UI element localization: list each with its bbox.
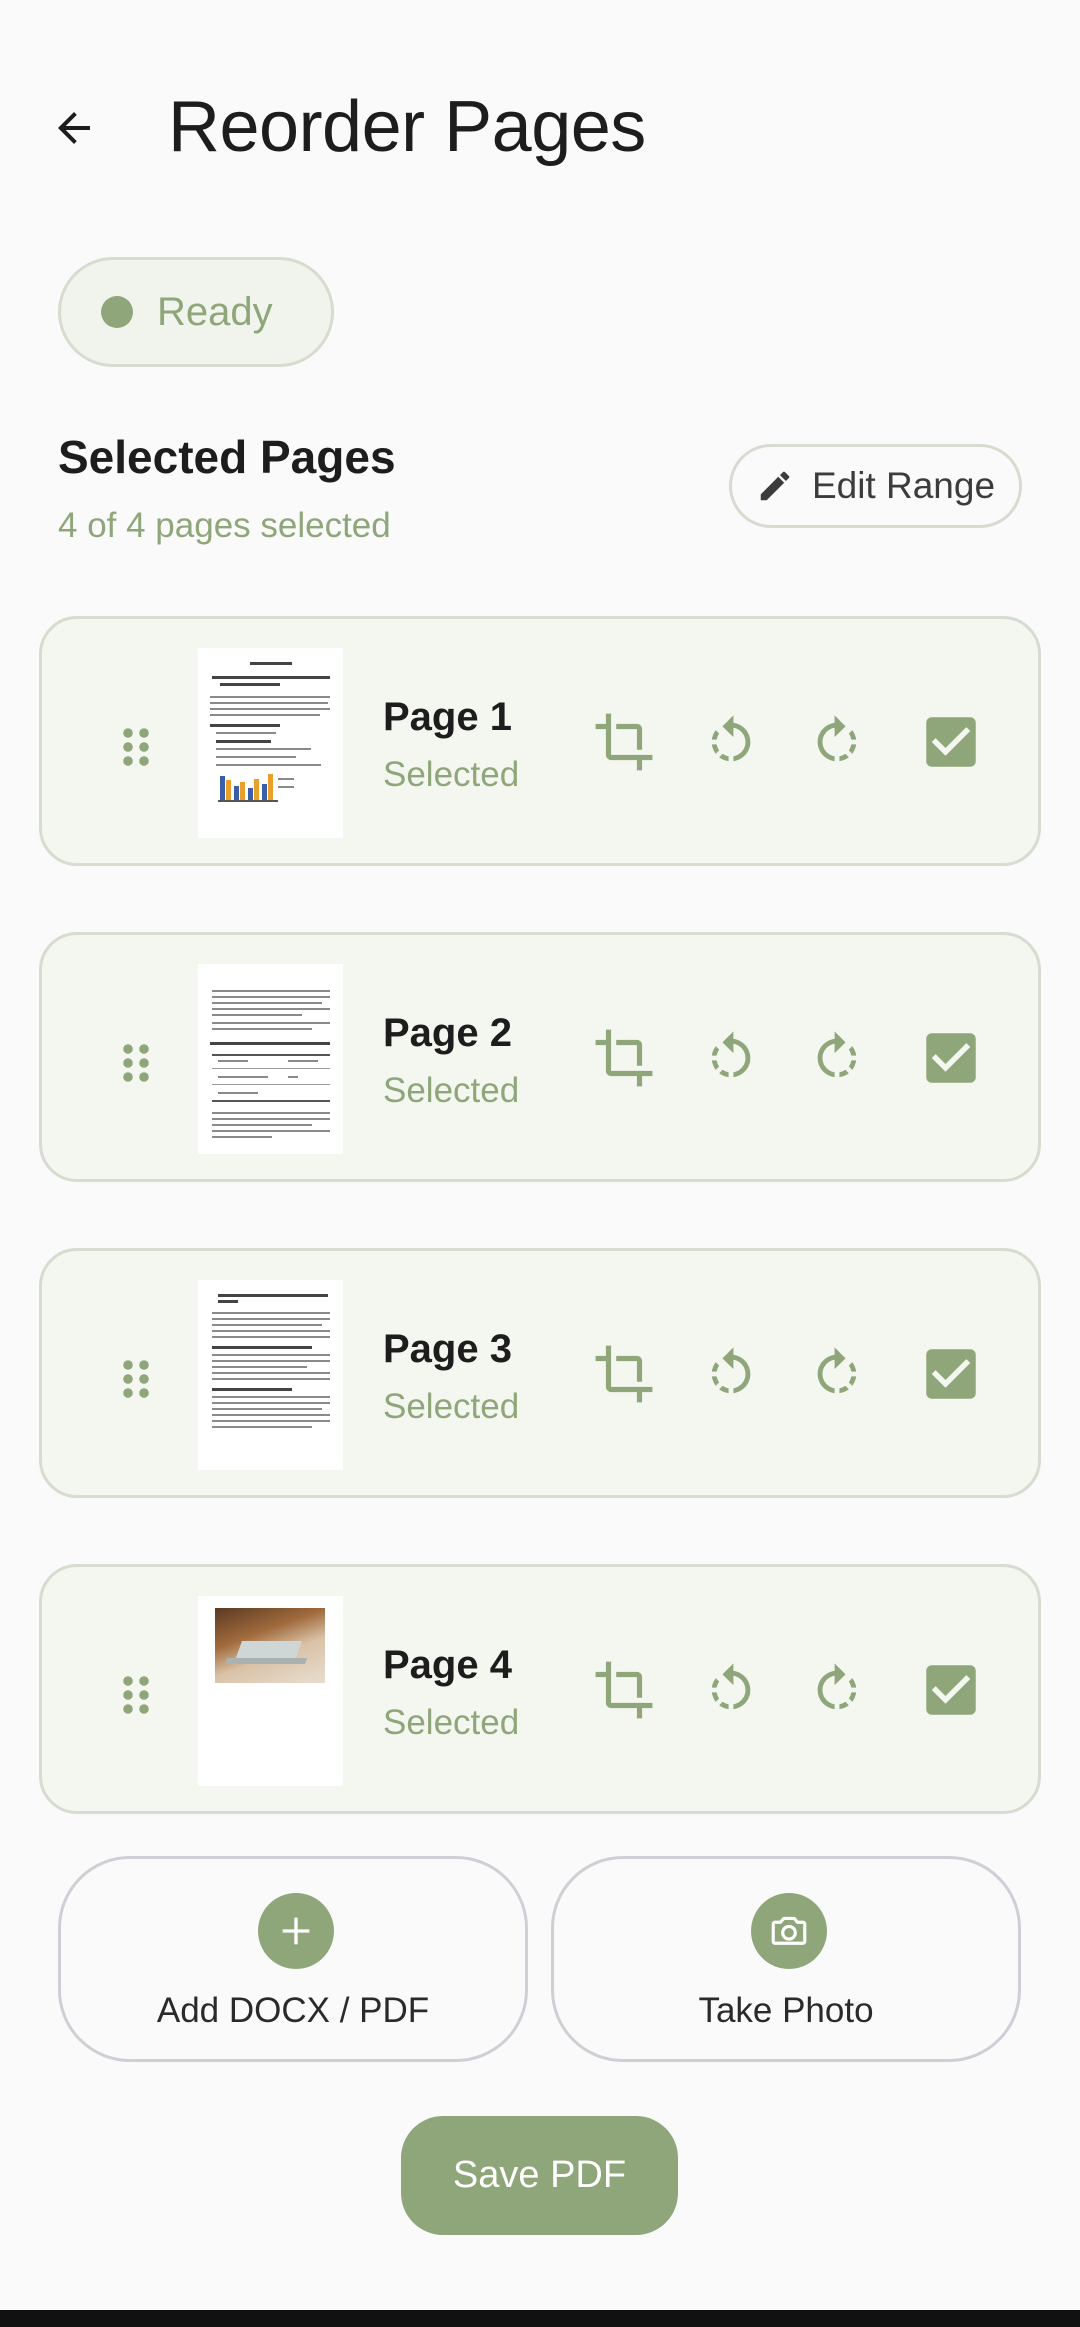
page-thumbnail [198, 1596, 343, 1786]
save-pdf-label: Save PDF [452, 2154, 627, 2196]
status-label: Ready [157, 289, 273, 334]
rotate-left-button[interactable] [698, 1341, 764, 1407]
crop-icon [595, 1029, 653, 1087]
page-card[interactable]: Page 4 Selected [39, 1564, 1041, 1814]
take-photo-button[interactable]: Take Photo [551, 1856, 1021, 2062]
checkbox-checked-icon [926, 1665, 976, 1715]
add-document-label: Add DOCX / PDF [156, 1991, 430, 2030]
rotate-left-button[interactable] [698, 709, 764, 775]
page-name: Page 1 [383, 695, 512, 739]
camera-icon [751, 1893, 827, 1969]
status-dot [101, 296, 133, 328]
drag-handle-icon[interactable] [112, 1355, 160, 1403]
page-card[interactable]: Page 2 Selected [39, 932, 1041, 1182]
select-checkbox[interactable] [918, 1025, 984, 1091]
drag-handle-icon[interactable] [112, 1671, 160, 1719]
take-photo-label: Take Photo [698, 1991, 874, 2030]
rotate-right-icon [817, 1663, 857, 1710]
rotate-right-button[interactable] [804, 1341, 870, 1407]
page-thumbnail [198, 964, 343, 1154]
rotate-right-icon [817, 1347, 857, 1394]
crop-icon [595, 1661, 653, 1719]
rotate-right-button[interactable] [804, 1025, 870, 1091]
page-status: Selected [383, 1071, 520, 1110]
drag-handle-icon[interactable] [112, 1039, 160, 1087]
page-card[interactable]: Page 1 Selected [39, 616, 1041, 866]
add-document-button[interactable]: Add DOCX / PDF [58, 1856, 528, 2062]
back-button[interactable] [42, 96, 106, 160]
rotate-right-icon [817, 1031, 857, 1078]
crop-icon [595, 1345, 653, 1403]
page-name: Page 3 [383, 1327, 512, 1371]
crop-button[interactable] [591, 709, 657, 775]
crop-icon [595, 713, 653, 771]
select-checkbox[interactable] [918, 1657, 984, 1723]
rotate-left-icon [711, 1663, 751, 1710]
select-checkbox[interactable] [918, 1341, 984, 1407]
page-name: Page 2 [383, 1011, 512, 1055]
page-card[interactable]: Page 3 Selected [39, 1248, 1041, 1498]
edit-range-button[interactable]: Edit Range [729, 444, 1022, 528]
rotate-right-button[interactable] [804, 709, 870, 775]
system-navigation-bar [0, 2310, 1080, 2327]
page-title: Reorder Pages [168, 87, 646, 167]
save-pdf-button[interactable]: Save PDF [401, 2116, 678, 2235]
crop-button[interactable] [591, 1341, 657, 1407]
checkbox-checked-icon [926, 717, 976, 767]
checkbox-checked-icon [926, 1349, 976, 1399]
rotate-left-icon [711, 715, 751, 762]
pencil-icon [760, 471, 790, 501]
drag-handle-icon[interactable] [112, 723, 160, 771]
checkbox-checked-icon [926, 1033, 976, 1083]
status-chip: Ready [58, 257, 334, 367]
rotate-right-button[interactable] [804, 1657, 870, 1723]
page-status: Selected [383, 1703, 520, 1742]
select-checkbox[interactable] [918, 709, 984, 775]
page-name: Page 4 [383, 1643, 512, 1687]
rotate-left-icon [711, 1031, 751, 1078]
rotate-left-button[interactable] [698, 1657, 764, 1723]
rotate-left-icon [711, 1347, 751, 1394]
crop-button[interactable] [591, 1025, 657, 1091]
crop-button[interactable] [591, 1657, 657, 1723]
rotate-right-icon [817, 715, 857, 762]
rotate-left-button[interactable] [698, 1025, 764, 1091]
arrow-left-icon [58, 112, 90, 144]
page-thumbnail [198, 1280, 343, 1470]
plus-icon [258, 1893, 334, 1969]
page-status: Selected [383, 755, 520, 794]
section-title: Selected Pages [58, 431, 396, 483]
selection-count: 4 of 4 pages selected [58, 506, 391, 545]
edit-range-label: Edit Range [811, 465, 996, 506]
page-status: Selected [383, 1387, 520, 1426]
page-thumbnail [198, 648, 343, 838]
